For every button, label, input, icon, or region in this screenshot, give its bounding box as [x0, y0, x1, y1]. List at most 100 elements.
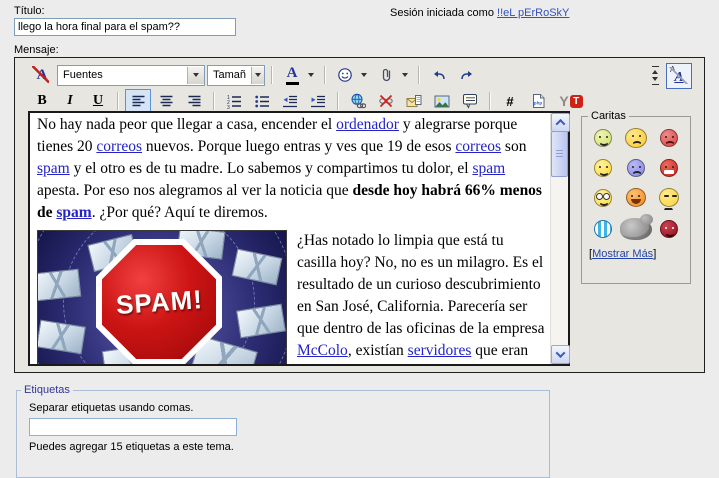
insert-link-button[interactable] [345, 89, 371, 113]
numbered-list-button[interactable]: 1 2 3 [221, 89, 247, 113]
message-body-editor[interactable]: No hay nada peor que llegar a casa, ence… [28, 111, 570, 366]
attach-button[interactable] [373, 63, 399, 87]
emoticon-beach-ball[interactable] [594, 220, 612, 238]
text-color-button[interactable]: A [279, 63, 305, 87]
insert-image-button[interactable] [429, 89, 455, 113]
editor-vertical-scrollbar[interactable] [550, 113, 568, 364]
redo-button[interactable] [454, 63, 480, 87]
toolbar-collapse-control[interactable] [650, 66, 660, 85]
editor-paragraph: No hay nada peor que llegar a casa, ence… [37, 114, 545, 224]
mostrar-mas-link[interactable]: Mostrar Más [592, 248, 653, 260]
editor-content[interactable]: No hay nada peor que llegar a casa, ence… [30, 113, 551, 364]
editor-link[interactable]: correos [455, 138, 501, 155]
bullet-list-icon [254, 94, 270, 109]
caritas-panel: Caritas [Mostrar Más] [581, 110, 691, 284]
rich-text-mode-button[interactable]: A A [666, 63, 692, 89]
align-center-button[interactable] [153, 89, 179, 113]
emoticon-sad-yellow[interactable] [625, 128, 647, 148]
emoticon-glasses-smiley[interactable] [594, 189, 612, 207]
chevron-down-icon [556, 348, 566, 358]
align-center-icon [159, 94, 174, 108]
font-select[interactable]: Fuentes [57, 65, 205, 86]
scroll-down-button[interactable] [551, 345, 570, 364]
align-right-icon [187, 94, 202, 108]
editor-link[interactable]: spam [472, 160, 505, 177]
insert-email-button[interactable] [401, 89, 427, 113]
etiquetas-input[interactable] [29, 418, 237, 436]
svg-text:3: 3 [227, 105, 230, 109]
globe-link-icon [350, 93, 366, 109]
chevron-down-icon [193, 73, 199, 77]
session-status: Sesión iniciada como !!eL pErRoSkY [390, 7, 569, 19]
emoticon-rolleyes-yellow[interactable] [659, 188, 679, 207]
font-select-arrow[interactable] [187, 67, 204, 84]
etiquetas-note: Puedes agregar 15 etiquetas a este tema. [29, 441, 549, 453]
emoticon-smiley-green[interactable] [594, 129, 612, 147]
emoticon-angry-red[interactable] [660, 129, 678, 147]
text-color-dropdown-arrow[interactable] [308, 73, 314, 77]
emoticon-smiley-yellow[interactable] [594, 159, 612, 177]
editor-link[interactable]: servidores [408, 342, 472, 359]
italic-button[interactable]: I [57, 89, 83, 113]
emoticon-devil[interactable] [660, 220, 678, 238]
editor-text: nuevos. Porque luego entras y ves que 19… [142, 138, 455, 155]
underline-button[interactable]: U [85, 89, 111, 113]
spam-stop-sign-image[interactable]: SPAM! [37, 230, 287, 364]
stop-sign-text: SPAM! [115, 288, 203, 316]
outdent-button[interactable] [277, 89, 303, 113]
hash-button[interactable]: # [497, 89, 523, 113]
php-code-button[interactable]: php [525, 89, 551, 113]
bold-button[interactable]: B [29, 89, 55, 113]
show-more-row: [Mostrar Más] [582, 244, 690, 260]
size-select[interactable]: Tamañ [207, 65, 265, 86]
align-right-button[interactable] [181, 89, 207, 113]
emoticon-button[interactable] [332, 63, 358, 87]
remove-format-button[interactable]: A [29, 63, 55, 87]
collapse-down-icon [652, 77, 658, 81]
align-left-icon [131, 94, 146, 108]
editor-link[interactable]: spam [37, 160, 70, 177]
size-select-arrow[interactable] [251, 67, 264, 84]
youtube-icon: Y T [559, 93, 582, 109]
undo-button[interactable] [426, 63, 452, 87]
scroll-up-button[interactable] [551, 113, 570, 132]
email-icon [406, 94, 422, 109]
remove-link-button[interactable] [373, 89, 399, 113]
editor-text: y el otro es de tu madre. Lo sabemos y c… [70, 160, 473, 177]
editor-text: . ¿Por qué? Aquí te diremos. [92, 204, 268, 221]
emoticon-dropdown-arrow[interactable] [361, 73, 367, 77]
bullet-list-button[interactable] [249, 89, 275, 113]
emoticon-sad-purple[interactable] [627, 159, 645, 177]
editor-text: apesta. Por eso nos alegramos al ver la … [37, 182, 353, 199]
editor-link[interactable]: ordenador [336, 116, 399, 133]
align-left-button[interactable] [125, 89, 151, 113]
redo-icon [459, 68, 475, 82]
editor-link[interactable]: correos [96, 138, 142, 155]
outdent-icon [282, 94, 298, 109]
numbered-list-icon: 1 2 3 [226, 94, 242, 109]
toolbar-row-1: A Fuentes Tamañ A [15, 58, 704, 89]
titulo-input[interactable] [14, 18, 236, 36]
session-user-link[interactable]: !!eL pErRoSkY [497, 7, 569, 19]
emoticon-grr-red[interactable] [660, 159, 678, 177]
indent-button[interactable] [305, 89, 331, 113]
undo-icon [431, 68, 447, 82]
emoticon-rocks[interactable] [620, 218, 652, 240]
titulo-label: Título: [14, 5, 45, 17]
quote-bubble-icon [462, 93, 478, 109]
session-prefix: Sesión iniciada como [390, 7, 494, 19]
size-select-value: Tamañ [208, 69, 251, 81]
smiley-icon [337, 67, 353, 83]
text-color-icon: A [286, 66, 299, 85]
insert-quote-button[interactable] [457, 89, 483, 113]
editor-paragraph: ¿Has notado lo limpia que está tu casill… [297, 230, 545, 364]
editor-link[interactable]: spam [56, 204, 91, 221]
scrollbar-thumb[interactable] [551, 131, 568, 177]
picture-icon [434, 94, 450, 109]
emoticon-laugh-orange[interactable] [626, 188, 646, 207]
font-select-value: Fuentes [58, 69, 187, 81]
attach-dropdown-arrow[interactable] [402, 73, 408, 77]
editor-link[interactable]: McColo [297, 342, 348, 359]
chevron-down-icon [255, 73, 261, 77]
editor-text: ¿Has notado lo limpia que está tu casill… [297, 232, 544, 337]
